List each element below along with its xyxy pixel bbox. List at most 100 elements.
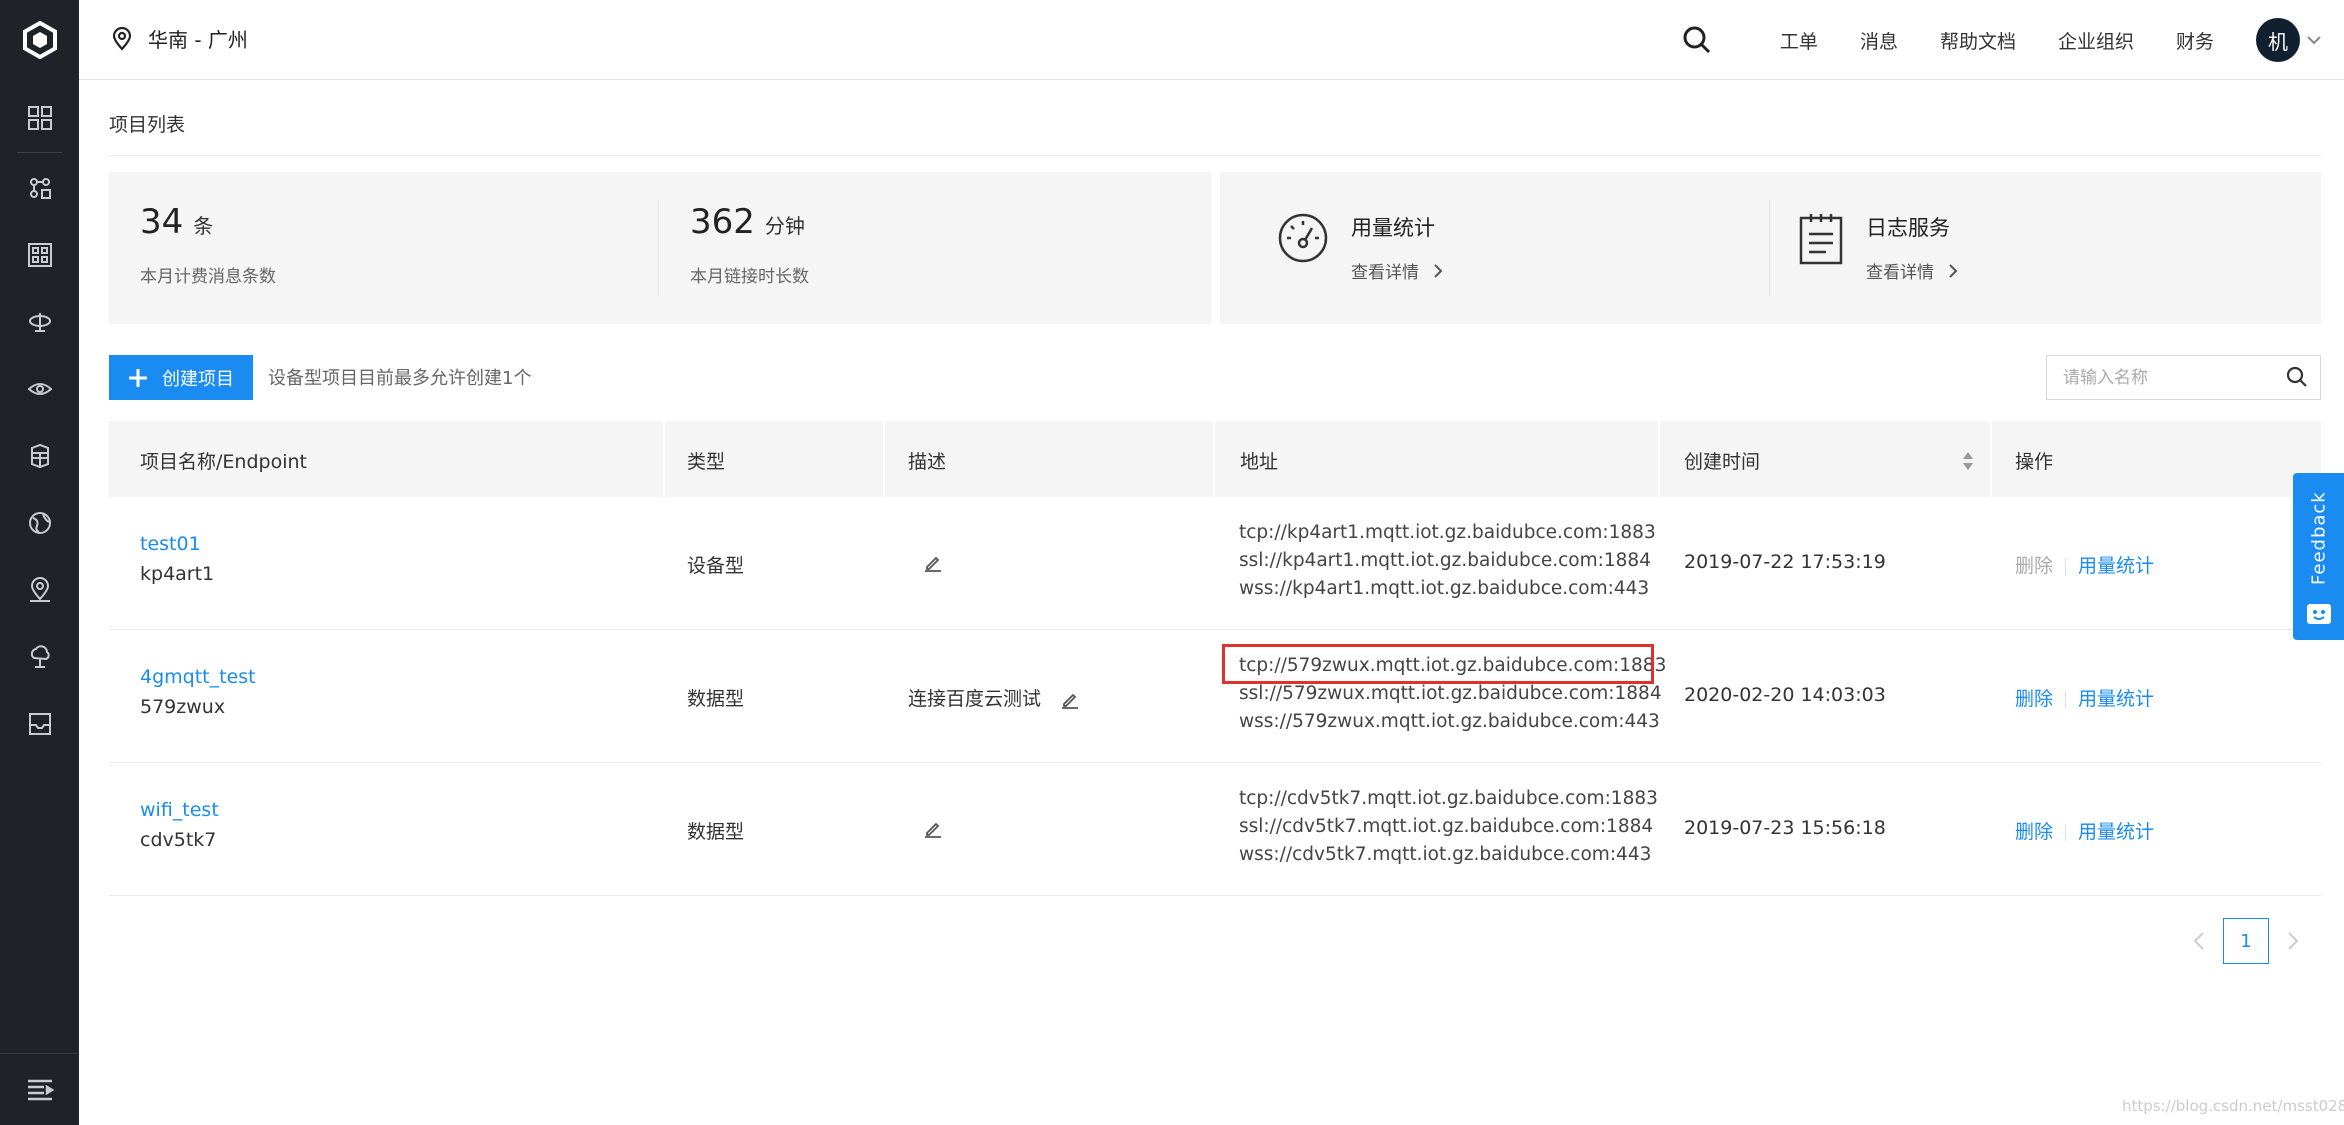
project-type: 数据型 xyxy=(687,688,745,710)
actions-cell: 删除 用量统计 xyxy=(2015,817,2154,844)
inbox-icon[interactable] xyxy=(20,704,60,744)
create-project-button[interactable]: 创建项目 xyxy=(109,355,253,400)
stat-unit: 分钟 xyxy=(764,214,805,238)
created-time: 2019-07-22 17:53:19 xyxy=(1684,551,1886,573)
clipboard-icon xyxy=(1799,214,1843,265)
nav-finance[interactable]: 财务 xyxy=(2176,27,2214,54)
desc-cell xyxy=(924,817,942,839)
network-icon[interactable] xyxy=(20,168,60,208)
edit-icon[interactable] xyxy=(924,554,942,572)
gauge-icon xyxy=(1278,213,1328,263)
project-name-link[interactable]: 4gmqtt_test xyxy=(140,666,256,688)
next-page-icon[interactable] xyxy=(2287,931,2299,951)
eye-icon[interactable] xyxy=(20,369,60,409)
cloud-upload-icon[interactable] xyxy=(20,637,60,677)
col-name: 项目名称/Endpoint xyxy=(140,451,307,473)
address-wss: wss://579zwux.mqtt.iot.gz.baidubce.com:4… xyxy=(1239,711,1660,732)
usage-view-details-link[interactable]: 查看详情 xyxy=(1351,258,1443,283)
stat-divider xyxy=(658,200,659,296)
delete-button: 删除 xyxy=(2015,555,2054,577)
edit-icon[interactable] xyxy=(1061,691,1079,709)
region-selector[interactable]: 华南 - 广州 xyxy=(112,24,248,53)
search-icon[interactable] xyxy=(1682,23,1716,57)
globe-icon[interactable] xyxy=(20,503,60,543)
address-tcp: tcp://cdv5tk7.mqtt.iot.gz.baidubce.com:1… xyxy=(1239,788,1658,809)
highlight-annotation xyxy=(1222,644,1654,684)
stat-value: 34 xyxy=(140,202,184,242)
watermark: https://blog.csdn.net/msst028 xyxy=(2122,1097,2344,1115)
region-label: 华南 - 广州 xyxy=(148,28,248,52)
delete-button[interactable]: 删除 xyxy=(2015,688,2053,710)
project-name-link[interactable]: wifi_test xyxy=(140,799,219,821)
edit-icon[interactable] xyxy=(924,820,942,838)
stat-label: 本月链接时长数 xyxy=(690,267,809,287)
chevron-right-icon xyxy=(1949,263,1958,278)
sort-icon[interactable] xyxy=(1962,450,1974,472)
top-bar: 华南 - 广州 工单 消息 帮助文档 企业组织 财务 机 xyxy=(79,0,2344,80)
menu-toggle-icon[interactable] xyxy=(0,1053,79,1125)
nav-help-docs[interactable]: 帮助文档 xyxy=(1940,27,2016,54)
project-name-cell: 4gmqtt_test 579zwux xyxy=(140,666,256,718)
services-card: 用量统计 查看详情 日志服务 查看详情 xyxy=(1220,172,2321,324)
sidebar xyxy=(0,0,79,1125)
table-row: 4gmqtt_test 579zwux 数据型 连接百度云测试 tcp://57… xyxy=(109,630,2321,763)
service-logs: 日志服务 查看详情 xyxy=(1798,212,1958,283)
usage-stats-link[interactable]: 用量统计 xyxy=(2078,555,2154,577)
feedback-tab[interactable]: Feedback xyxy=(2293,473,2344,640)
location-icon[interactable] xyxy=(20,570,60,610)
project-endpoint: cdv5tk7 xyxy=(140,829,217,851)
avatar[interactable]: 机 xyxy=(2256,18,2300,62)
delete-button[interactable]: 删除 xyxy=(2015,821,2053,843)
project-name-cell: test01 kp4art1 xyxy=(140,533,214,585)
database-icon[interactable] xyxy=(20,436,60,476)
address-wss: wss://kp4art1.mqtt.iot.gz.baidubce.com:4… xyxy=(1239,578,1650,599)
name-search-box xyxy=(2046,355,2321,400)
logo-icon[interactable] xyxy=(0,0,79,79)
project-type: 设备型 xyxy=(687,555,745,577)
service-usage: 用量统计 查看详情 xyxy=(1277,212,1443,283)
device-grid-icon[interactable] xyxy=(20,235,60,275)
chevron-down-icon[interactable] xyxy=(2306,35,2322,45)
action-separator xyxy=(2065,691,2067,708)
stat-connection-time: 362 分钟 本月链接时长数 xyxy=(690,202,809,287)
address-ssl: ssl://kp4art1.mqtt.iot.gz.baidubce.com:1… xyxy=(1239,550,1651,571)
title-divider xyxy=(109,155,2321,156)
top-nav: 工单 消息 帮助文档 企业组织 财务 机 xyxy=(1682,0,2322,80)
address-list: tcp://kp4art1.mqtt.iot.gz.baidubce.com:1… xyxy=(1239,519,1656,603)
logs-view-details-link[interactable]: 查看详情 xyxy=(1866,258,1958,283)
project-name-cell: wifi_test cdv5tk7 xyxy=(140,799,219,851)
actions-cell: 删除 用量统计 xyxy=(2015,551,2154,578)
project-type: 数据型 xyxy=(687,821,745,843)
col-separator xyxy=(1658,421,1660,497)
sidebar-divider xyxy=(17,152,62,153)
col-separator xyxy=(1213,421,1215,497)
project-desc: 连接百度云测试 xyxy=(908,688,1042,710)
prev-page-icon[interactable] xyxy=(2193,931,2205,951)
page-number[interactable]: 1 xyxy=(2223,918,2269,964)
col-desc: 描述 xyxy=(908,451,947,473)
dashboard-icon[interactable] xyxy=(20,98,60,138)
service-link-label: 查看详情 xyxy=(1351,263,1419,283)
col-created: 创建时间 xyxy=(1684,451,1761,473)
edge-icon[interactable] xyxy=(20,302,60,342)
map-pin-icon xyxy=(112,26,132,51)
desc-cell: 连接百度云测试 xyxy=(908,684,1079,711)
plus-icon xyxy=(129,368,147,387)
created-time: 2020-02-20 14:03:03 xyxy=(1684,684,1886,706)
name-search-input[interactable] xyxy=(2047,367,2272,388)
col-separator xyxy=(883,421,885,497)
service-title: 用量统计 xyxy=(1351,216,1435,240)
usage-stats-link[interactable]: 用量统计 xyxy=(2078,688,2154,710)
nav-ticket[interactable]: 工单 xyxy=(1780,27,1818,54)
nav-messages[interactable]: 消息 xyxy=(1860,27,1898,54)
stat-unit: 条 xyxy=(193,214,214,238)
stat-label: 本月计费消息条数 xyxy=(140,267,276,287)
create-project-label: 创建项目 xyxy=(162,368,234,390)
address-wss: wss://cdv5tk7.mqtt.iot.gz.baidubce.com:4… xyxy=(1239,844,1652,865)
nav-organization[interactable]: 企业组织 xyxy=(2058,27,2134,54)
project-name-link[interactable]: test01 xyxy=(140,533,214,555)
usage-stats-link[interactable]: 用量统计 xyxy=(2078,821,2154,843)
col-actions: 操作 xyxy=(2015,451,2054,473)
pagination: 1 xyxy=(2193,918,2299,964)
search-icon[interactable] xyxy=(2286,366,2308,388)
